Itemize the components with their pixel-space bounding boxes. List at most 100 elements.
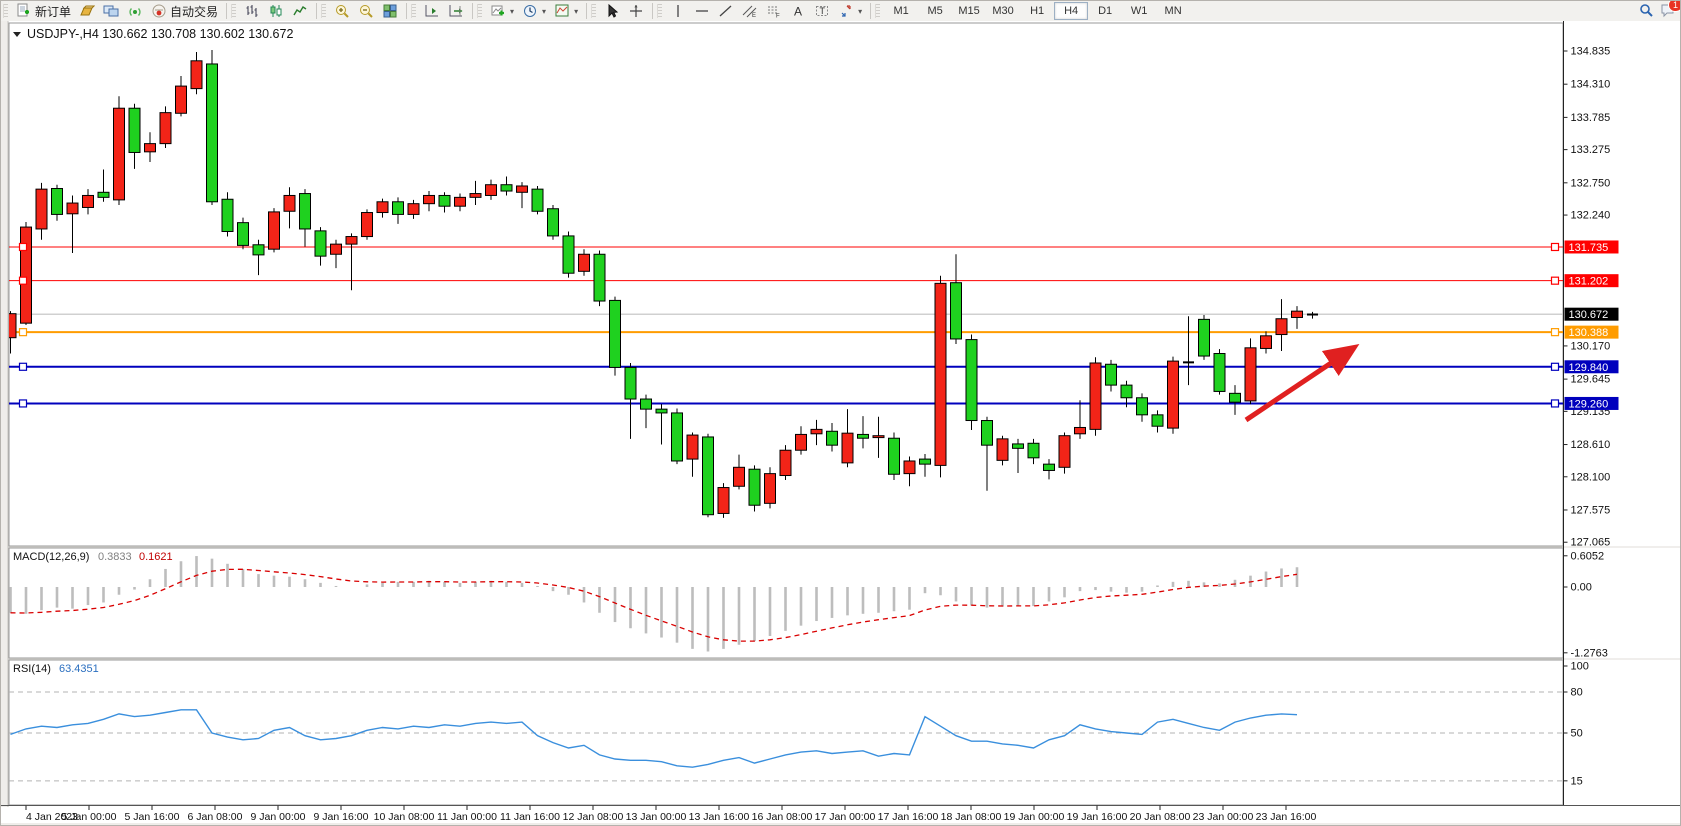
svg-text:132.750: 132.750 — [1571, 177, 1611, 189]
svg-text:63.4351: 63.4351 — [59, 663, 99, 675]
timeframe-m30-button[interactable]: M30 — [986, 2, 1020, 20]
timeframe-m5-button[interactable]: M5 — [918, 2, 952, 20]
timeframe-mn-button[interactable]: MN — [1156, 2, 1190, 20]
tile-windows-icon — [382, 3, 398, 19]
text-button[interactable]: A — [786, 1, 810, 21]
timeframe-h4-button[interactable]: H4 — [1054, 2, 1088, 20]
toolbar-separator — [226, 3, 227, 19]
templates-button[interactable]: ▾ — [550, 1, 582, 21]
chart-shift-icon — [448, 3, 464, 19]
notification-badge: 1 — [1668, 0, 1681, 12]
svg-text:10 Jan 08:00: 10 Jan 08:00 — [374, 811, 435, 823]
svg-text:11 Jan 16:00: 11 Jan 16:00 — [500, 811, 560, 823]
auto-trading-button-label: 自动交易 — [170, 3, 218, 20]
svg-text:17 Jan 00:00: 17 Jan 00:00 — [815, 811, 876, 823]
timeframe-group: M1M5M15M30H1H4D1W1MN — [882, 1, 1192, 21]
toolbar-group — [598, 1, 650, 21]
svg-text:130.672: 130.672 — [1569, 309, 1609, 321]
chart-profile-button[interactable] — [75, 1, 99, 21]
svg-text:0.00: 0.00 — [1571, 582, 1592, 594]
zoom-out-icon — [358, 3, 374, 19]
equidistant-channel-button[interactable]: E — [738, 1, 762, 21]
symbol-period-ohlc-label: USDJPY-,H4 130.662 130.708 130.602 130.6… — [27, 27, 293, 41]
chevron-down-icon[interactable]: ▾ — [542, 7, 546, 16]
signals-button[interactable] — [123, 1, 147, 21]
periods-button[interactable]: ▾ — [518, 1, 550, 21]
auto-trading-button[interactable]: 自动交易 — [147, 1, 222, 22]
svg-text:13 Jan 16:00: 13 Jan 16:00 — [689, 811, 750, 823]
trendline-button[interactable] — [714, 1, 738, 21]
line-chart-button[interactable] — [288, 1, 312, 21]
svg-text:0.1621: 0.1621 — [139, 551, 173, 563]
auto-scroll-icon — [424, 3, 440, 19]
svg-text:129.260: 129.260 — [1569, 398, 1609, 410]
svg-text:127.065: 127.065 — [1571, 537, 1611, 549]
svg-text:E: E — [752, 13, 756, 19]
signal-icon — [127, 3, 143, 19]
text-label-button[interactable]: T — [810, 1, 834, 21]
auto-scroll-button[interactable] — [420, 1, 444, 21]
svg-text:20 Jan 08:00: 20 Jan 08:00 — [1130, 811, 1191, 823]
autotrading-icon — [151, 3, 167, 19]
line-chart-icon — [292, 3, 308, 19]
toolbar-group: 新订单 自动交易 — [10, 1, 224, 21]
new-order-button[interactable]: 新订单 — [12, 1, 75, 22]
crosshair-button[interactable] — [624, 1, 648, 21]
svg-text:A: A — [794, 5, 802, 19]
svg-text:T: T — [820, 6, 826, 16]
candlestick-chart-button[interactable] — [264, 1, 288, 21]
new-chart-button[interactable]: ▾ — [486, 1, 518, 21]
timeframe-d1-button[interactable]: D1 — [1088, 2, 1122, 20]
horizontal-line-icon — [694, 3, 710, 19]
market-watch-button[interactable] — [99, 1, 123, 21]
svg-text:0.3833: 0.3833 — [98, 551, 132, 563]
vertical-line-button[interactable] — [666, 1, 690, 21]
timeframe-m1-button[interactable]: M1 — [884, 2, 918, 20]
chart-canvas[interactable]: USDJPY-,H4 130.662 130.708 130.602 130.6… — [1, 21, 1681, 826]
tile-windows-button[interactable] — [378, 1, 402, 21]
svg-text:133.275: 133.275 — [1571, 144, 1611, 156]
candlestick-chart-icon — [268, 3, 284, 19]
bar-chart-button[interactable] — [240, 1, 264, 21]
toolbar-grip — [231, 4, 236, 18]
svg-text:15: 15 — [1571, 775, 1583, 787]
zoom-in-button[interactable] — [330, 1, 354, 21]
svg-text:134.835: 134.835 — [1571, 46, 1611, 58]
svg-text:23 Jan 16:00: 23 Jan 16:00 — [1256, 811, 1317, 823]
text-label-icon: T — [814, 3, 830, 19]
svg-text:0.6052: 0.6052 — [1571, 550, 1605, 562]
svg-text:5 Jan 16:00: 5 Jan 16:00 — [125, 811, 180, 823]
svg-text:100: 100 — [1571, 661, 1589, 673]
chevron-down-icon[interactable]: ▾ — [510, 7, 514, 16]
cursor-button[interactable] — [600, 1, 624, 21]
horizontal-line-button[interactable] — [690, 1, 714, 21]
svg-text:9 Jan 00:00: 9 Jan 00:00 — [251, 811, 306, 823]
svg-text:50: 50 — [1571, 728, 1583, 740]
chat-button[interactable]: 1 — [1660, 2, 1676, 21]
toolbar-grip — [321, 4, 326, 18]
toolbar-group — [418, 1, 470, 21]
search-icon[interactable] — [1638, 2, 1654, 21]
zoom-out-button[interactable] — [354, 1, 378, 21]
timeframe-w1-button[interactable]: W1 — [1122, 2, 1156, 20]
timeframe-h1-button[interactable]: H1 — [1020, 2, 1054, 20]
svg-text:132.240: 132.240 — [1571, 210, 1611, 222]
toolbar-grip — [477, 4, 482, 18]
svg-text:128.610: 128.610 — [1571, 439, 1611, 451]
toolbar-grip — [3, 4, 8, 18]
svg-text:-1.2763: -1.2763 — [1571, 647, 1608, 659]
svg-text:127.575: 127.575 — [1571, 504, 1611, 516]
arrows-button[interactable]: ▾ — [834, 1, 866, 21]
chart-shift-button[interactable] — [444, 1, 468, 21]
chart-window[interactable]: USDJPY-,H4 130.662 130.708 130.602 130.6… — [1, 21, 1681, 826]
timeframe-m15-button[interactable]: M15 — [952, 2, 986, 20]
trendline-icon — [718, 3, 734, 19]
chevron-down-icon[interactable]: ▾ — [574, 7, 578, 16]
fibonacci-button[interactable]: F — [762, 1, 786, 21]
chevron-down-icon[interactable]: ▾ — [858, 7, 862, 16]
channel-icon: E — [742, 3, 758, 19]
period-clock-icon — [522, 3, 538, 19]
fibonacci-icon: F — [766, 3, 782, 19]
zoom-in-icon — [334, 3, 350, 19]
trading-platform-window: 新订单 自动交易 ▾ ▾ ▾ E FA T ▾ M1M5M15M30H1H4D1W1MN 1 USD… — [0, 0, 1681, 826]
